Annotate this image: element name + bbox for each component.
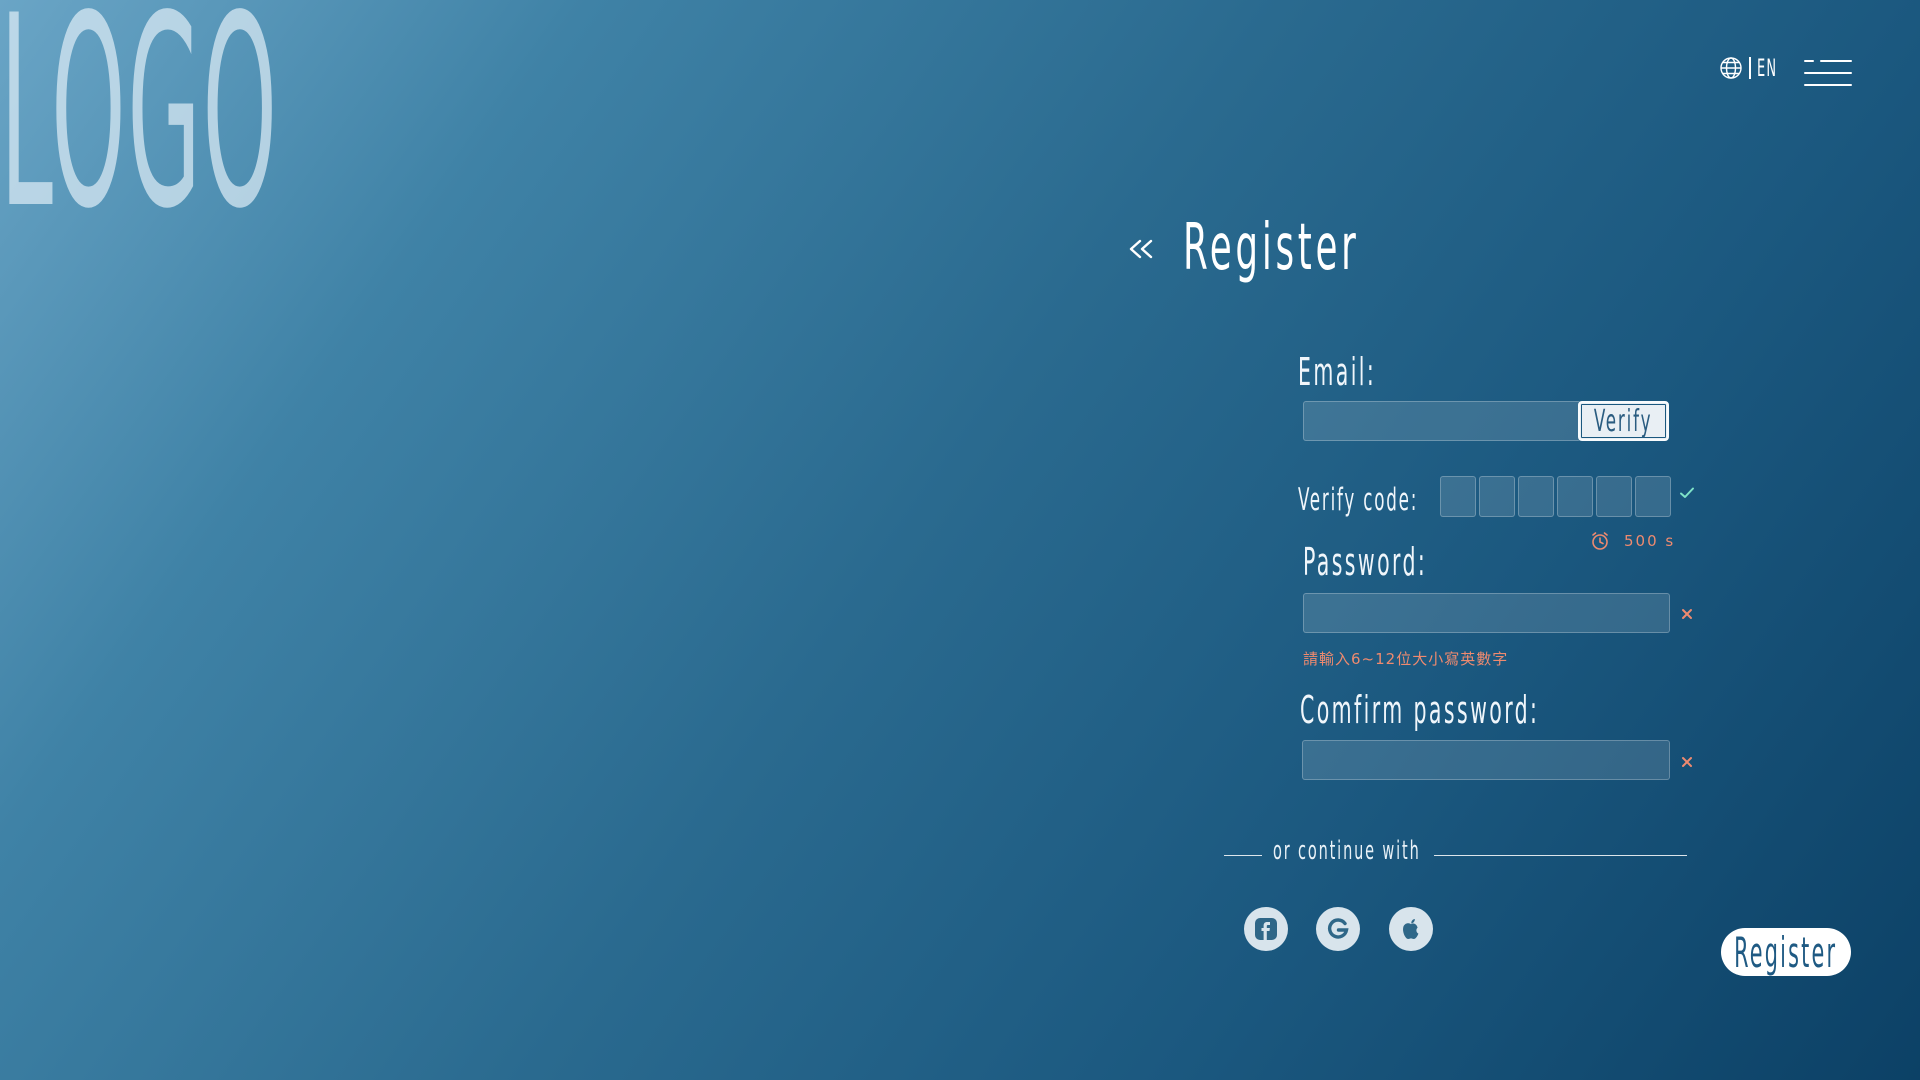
verify-button[interactable]: Verify — [1578, 401, 1669, 441]
check-icon — [1680, 487, 1694, 498]
confirm-password-label: Comfirm password: — [1300, 688, 1540, 732]
divider-line-left — [1224, 855, 1262, 856]
password-hint: 請輸入6~12位大小寫英數字 — [1303, 650, 1509, 668]
verify-code-digit-4[interactable] — [1557, 476, 1593, 517]
or-continue-with-text: or continue with — [1273, 836, 1421, 866]
language-code: EN — [1757, 54, 1778, 82]
verify-code-digit-1[interactable] — [1440, 476, 1476, 517]
back-button[interactable] — [1124, 232, 1158, 266]
register-button[interactable]: Register — [1721, 927, 1851, 977]
verify-code-digit-5[interactable] — [1596, 476, 1632, 517]
close-icon — [1682, 609, 1692, 619]
close-icon — [1682, 757, 1692, 767]
globe-icon — [1720, 57, 1742, 79]
google-login-button[interactable] — [1316, 907, 1360, 951]
page-title: Register — [1183, 211, 1360, 285]
apple-icon — [1403, 919, 1419, 940]
logo: LOGO — [0, 0, 279, 267]
confirm-password-input[interactable] — [1302, 740, 1670, 780]
verify-code-digit-2[interactable] — [1479, 476, 1515, 517]
google-icon — [1327, 918, 1349, 939]
apple-login-button[interactable] — [1389, 907, 1433, 951]
language-switcher[interactable]: EN — [1719, 54, 1791, 82]
countdown-text: 500 s — [1624, 532, 1676, 550]
double-chevron-left-icon — [1129, 239, 1153, 259]
menu-button[interactable] — [1804, 56, 1852, 92]
verify-button-label: Verify — [1594, 403, 1653, 439]
verify-code-digit-6[interactable] — [1635, 476, 1671, 517]
verify-code-label: Verify code: — [1298, 482, 1419, 518]
password-label: Password: — [1303, 540, 1428, 584]
password-input[interactable] — [1303, 593, 1670, 633]
verify-code-digit-3[interactable] — [1518, 476, 1554, 517]
facebook-icon — [1255, 918, 1277, 940]
language-divider — [1749, 57, 1751, 79]
divider-line-right — [1434, 855, 1687, 856]
facebook-login-button[interactable] — [1244, 907, 1288, 951]
countdown-timer: 500 s — [1590, 530, 1675, 552]
email-input[interactable] — [1303, 401, 1581, 441]
email-label: Email: — [1298, 350, 1377, 394]
register-button-label: Register — [1734, 927, 1838, 977]
alarm-clock-icon — [1592, 532, 1608, 550]
